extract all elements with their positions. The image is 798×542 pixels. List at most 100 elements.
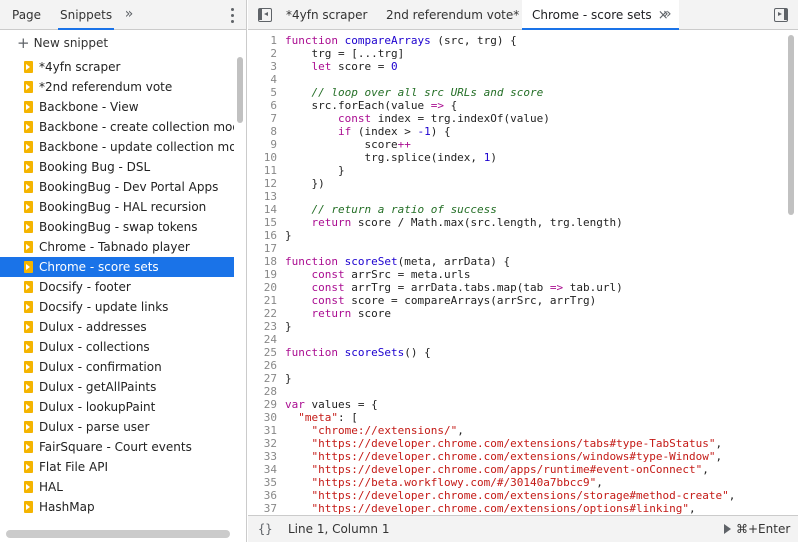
editor-tab-score-sets[interactable]: Chrome - score sets × [522, 0, 679, 30]
snippet-item[interactable]: Dulux - collections [0, 337, 234, 357]
snippet-item[interactable]: Backbone - update collection model [0, 137, 234, 157]
snippet-item[interactable]: Dulux - addresses [0, 317, 234, 337]
snippet-item[interactable]: Backbone - create collection model [0, 117, 234, 137]
snippet-item[interactable]: Chrome - Tabnado player [0, 237, 234, 257]
run-snippet-button[interactable]: ⌘+Enter [724, 516, 790, 542]
code-token: const [285, 294, 352, 307]
code-text: var values = { [285, 398, 378, 411]
snippet-file-icon [24, 421, 33, 433]
code-line: 37 "https://developer.chrome.com/extensi… [248, 502, 798, 515]
code-token: score [357, 307, 391, 320]
snippet-label: Dulux - addresses [39, 320, 147, 334]
navigator-tabbar: Page Snippets » [0, 0, 246, 30]
toggle-navigator-icon[interactable] [258, 8, 272, 22]
more-editor-tabs-chevron-icon[interactable]: » [663, 0, 672, 30]
code-text: function compareArrays (src, trg) { [285, 34, 517, 47]
code-token: trg.splice(index, [285, 151, 484, 164]
snippet-item[interactable]: HashMap [0, 497, 234, 517]
editor-tab-referendum[interactable]: 2nd referendum vote* [386, 0, 519, 30]
snippet-list-scrollbar[interactable] [236, 57, 244, 517]
snippet-item[interactable]: HAL [0, 477, 234, 497]
editor-tab-4yfn-scraper[interactable]: *4yfn scraper [286, 0, 367, 30]
snippet-item[interactable]: Backbone - View [0, 97, 234, 117]
code-line: 36 "https://developer.chrome.com/extensi… [248, 489, 798, 502]
snippet-item[interactable]: Dulux - parse user [0, 417, 234, 437]
code-token: , [457, 424, 464, 437]
line-number: 17 [263, 242, 277, 255]
snippet-file-icon [24, 481, 33, 493]
code-line: 4 [248, 73, 798, 86]
code-line: 21 const score = compareArrays(arrSrc, a… [248, 294, 798, 307]
snippet-item[interactable]: *4yfn scraper [0, 57, 234, 77]
line-number: 18 [263, 255, 277, 268]
code-token: const [285, 268, 352, 281]
tab-page[interactable]: Page [12, 0, 41, 30]
code-text: "meta": [ [285, 411, 358, 424]
line-number: 6 [270, 99, 277, 112]
tab-snippets[interactable]: Snippets [58, 0, 115, 30]
line-number: 28 [263, 385, 277, 398]
snippet-item[interactable]: Docsify - footer [0, 277, 234, 297]
snippet-label: FairSquare - Court events [39, 440, 192, 454]
code-token: // loop over all src URLs and score [285, 86, 544, 99]
code-line: 30 "meta": [ [248, 411, 798, 424]
code-token: "https://developer.chrome.com/extensions… [285, 502, 689, 515]
snippet-label: Backbone - create collection model [39, 120, 234, 134]
code-line: 15 return score / Math.max(src.length, t… [248, 216, 798, 229]
snippet-item[interactable]: BookingBug - Dev Portal Apps [0, 177, 234, 197]
line-number: 4 [270, 73, 277, 86]
line-number: 23 [263, 320, 277, 333]
scrollbar-thumb[interactable] [788, 35, 794, 215]
line-number: 13 [263, 190, 277, 203]
editor-pane: *4yfn scraper 2nd referendum vote* Chrom… [248, 0, 798, 542]
code-text: const arrSrc = meta.urls [285, 268, 470, 281]
more-tabs-chevron-icon[interactable]: » [121, 0, 137, 30]
code-line: 8 if (index > -1) { [248, 125, 798, 138]
snippet-item[interactable]: Dulux - lookupPaint [0, 397, 234, 417]
code-line: 35 "https://beta.workflowy.com/#/30140a7… [248, 476, 798, 489]
code-token: index = trg.indexOf(value) [377, 112, 550, 125]
code-line: 32 "https://developer.chrome.com/extensi… [248, 437, 798, 450]
code-line: 11 } [248, 164, 798, 177]
line-number: 31 [263, 424, 277, 437]
horizontal-scrollbar[interactable] [6, 530, 230, 538]
code-token: scoreSets [344, 346, 405, 359]
new-snippet-label: New snippet [33, 36, 109, 50]
snippet-item[interactable]: Dulux - getAllPaints [0, 377, 234, 397]
snippet-item[interactable]: BookingBug - swap tokens [0, 217, 234, 237]
new-snippet-button[interactable]: + New snippet [0, 30, 246, 54]
snippet-label: HashMap [39, 500, 95, 514]
code-token: function [285, 34, 345, 47]
snippet-item[interactable]: FairSquare - Court events [0, 437, 234, 457]
snippet-item[interactable]: Docsify - update links [0, 297, 234, 317]
snippet-item[interactable]: Dulux - confirmation [0, 357, 234, 377]
scrollbar-thumb[interactable] [237, 57, 243, 123]
code-token: return [285, 216, 358, 229]
snippet-item[interactable]: *2nd referendum vote [0, 77, 234, 97]
line-number: 33 [263, 450, 277, 463]
line-number: 3 [270, 60, 277, 73]
snippet-file-icon [24, 441, 33, 453]
code-text: return score / Math.max(src.length, trg.… [285, 216, 622, 229]
snippet-file-icon [24, 141, 33, 153]
more-options-icon[interactable] [226, 7, 238, 23]
toggle-debugger-icon[interactable] [774, 8, 788, 22]
code-text: trg = [...trg] [285, 47, 404, 60]
code-text: } [285, 320, 292, 333]
line-number: 14 [263, 203, 277, 216]
code-line: 1 function compareArrays (src, trg) { [248, 34, 798, 47]
code-line: 2 trg = [...trg] [248, 47, 798, 60]
code-token: , [702, 463, 709, 476]
snippet-item[interactable]: Booking Bug - DSL [0, 157, 234, 177]
pretty-print-icon[interactable]: {} [258, 516, 272, 542]
code-editor[interactable]: 1 function compareArrays (src, trg) {2 tr… [248, 31, 798, 515]
snippet-file-icon [24, 461, 33, 473]
snippet-item[interactable]: BookingBug - HAL recursion [0, 197, 234, 217]
snippet-label: Docsify - update links [39, 300, 169, 314]
code-token: "https://developer.chrome.com/apps/runti… [285, 463, 703, 476]
code-token: ) [490, 151, 497, 164]
snippet-file-icon [24, 201, 33, 213]
snippet-item[interactable]: Chrome - score sets [0, 257, 234, 277]
editor-scrollbar[interactable] [786, 31, 796, 515]
snippet-item[interactable]: Flat File API [0, 457, 234, 477]
